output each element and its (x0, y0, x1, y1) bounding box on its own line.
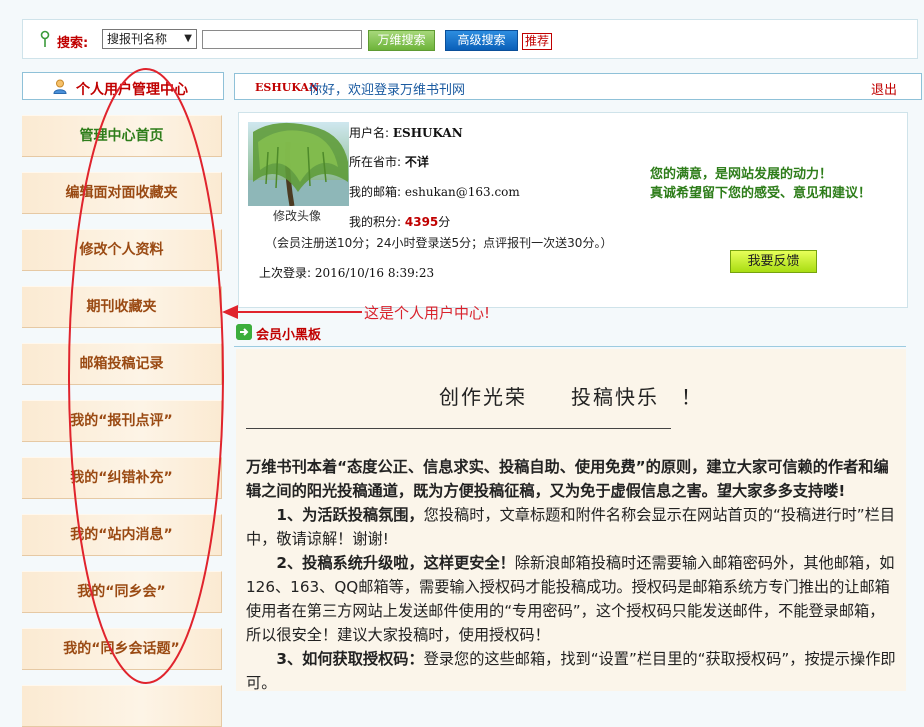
search-type-select[interactable]: 搜报刊名称 ▼ (102, 29, 197, 49)
motto-line-2: 真诚希望留下您的感受、意见和建议！ (650, 186, 872, 201)
profile-panel: 修改头像 用户名: ESHUKAN 所在省市: 不详 我的邮箱: eshukan… (238, 112, 908, 308)
sidebar-header: 个人用户管理中心 (22, 72, 224, 100)
email-value: eshukan@163.com (404, 185, 520, 199)
article-intro: 万维书刊本着“态度公正、信息求实、投稿自助、使用免费”的原则，建立大家可信赖的作… (246, 458, 889, 500)
annotation-arrow-head-icon (222, 305, 238, 319)
article-divider (246, 428, 671, 429)
member-board-header: 会员小黑板 (234, 320, 906, 347)
province-label: 所在省市: (349, 155, 402, 169)
avatar[interactable] (248, 122, 349, 206)
points-row: 我的积分: 4395分 (349, 213, 450, 230)
username-label: 用户名: (349, 126, 390, 140)
sidebar-item-edit-profile[interactable]: 修改个人资料 (22, 229, 222, 271)
last-login-value: 2016/10/16 8:39:23 (314, 266, 435, 280)
province-row: 所在省市: 不详 (349, 153, 429, 170)
username-row: 用户名: ESHUKAN (349, 124, 463, 141)
user-icon (53, 79, 67, 94)
arrow-right-icon (236, 324, 252, 340)
sidebar-item-home[interactable]: 管理中心首页 (22, 115, 222, 157)
article-content: 创作光荣 投稿快乐 ！ 万维书刊本着“态度公正、信息求实、投稿自助、使用免费”的… (236, 349, 906, 691)
willow-tree-image (248, 122, 349, 206)
article-item2-title: 2、投稿系统升级啦，这样更安全！ (276, 554, 515, 572)
province-value: 不详 (404, 155, 429, 169)
sidebar-item-my-reviews[interactable]: 我的“报刊点评” (22, 400, 222, 442)
sidebar-title: 个人用户管理中心 (76, 82, 188, 98)
welcome-bar: ESHUKAN 你好，欢迎登录万维书刊网 退出 (234, 73, 922, 100)
sidebar-item-email-submissions[interactable]: 邮箱投稿记录 (22, 343, 222, 385)
member-board-title: 会员小黑板 (256, 328, 322, 343)
magnifier-icon (40, 30, 50, 47)
article-item1-title: 1、为活跃投稿氛围， (276, 506, 424, 524)
sidebar-item-hometown-topics[interactable]: 我的“同乡会话题” (22, 628, 222, 670)
edit-avatar-link[interactable]: 修改头像 (273, 207, 321, 224)
feedback-button[interactable]: 我要反馈 (730, 250, 817, 273)
article-heading: 创作光荣 投稿快乐 ！ (439, 385, 703, 409)
email-row: 我的邮箱: eshukan@163.com (349, 183, 520, 200)
annotation-text: 这是个人用户中心! (364, 304, 491, 322)
last-login-row: 上次登录: 2016/10/16 8:39:23 (259, 264, 434, 281)
username-value: ESHUKAN (392, 126, 463, 140)
search-type-value: 搜报刊名称 (107, 32, 168, 46)
advanced-search-button[interactable]: 高级搜索 (445, 30, 518, 51)
welcome-text: 你好，欢迎登录万维书刊网 (309, 83, 466, 98)
sidebar-item-my-hometown[interactable]: 我的“同乡会” (22, 571, 222, 613)
sidebar-item-journal-favorites[interactable]: 期刊收藏夹 (22, 286, 222, 328)
search-input[interactable] (202, 30, 362, 49)
points-label: 我的积分: (349, 215, 402, 229)
search-label: 搜索: (57, 36, 89, 51)
points-rules: （会员注册送10分；24小时登录送5分；点评报刊一次送30分。） (265, 236, 613, 250)
email-label: 我的邮箱: (349, 185, 402, 199)
logout-link[interactable]: 退出 (871, 79, 897, 98)
article-item3-title: 3、如何获取授权码： (276, 650, 424, 668)
article-body: 万维书刊本着“态度公正、信息求实、投稿自助、使用免费”的原则，建立大家可信赖的作… (246, 455, 896, 691)
sidebar-item-my-corrections[interactable]: 我的“纠错补充” (22, 457, 222, 499)
points-unit: 分 (438, 215, 451, 229)
dropdown-arrow-icon: ▼ (184, 33, 192, 44)
sidebar-item-next[interactable] (22, 685, 222, 727)
sidebar-item-my-messages[interactable]: 我的“站内消息” (22, 514, 222, 556)
motto-line-1: 您的满意，是网站发展的动力！ (650, 167, 833, 182)
search-bar: 搜索: 搜报刊名称 ▼ 万维搜索 高级搜索 推荐 (22, 19, 918, 59)
recommend-button[interactable]: 推荐 (522, 33, 553, 50)
wanwei-search-button[interactable]: 万维搜索 (368, 30, 435, 51)
last-login-label: 上次登录: (259, 266, 312, 280)
sidebar-item-editor-favorites[interactable]: 编辑面对面收藏夹 (22, 172, 222, 214)
points-value: 4395 (404, 215, 439, 229)
